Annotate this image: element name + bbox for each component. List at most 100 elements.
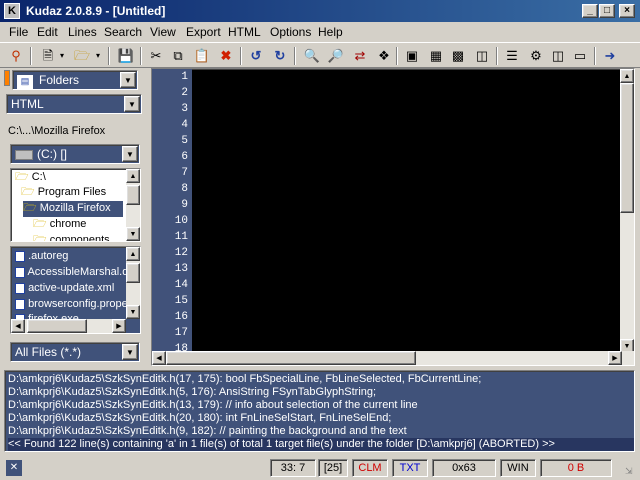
line-number-gutter: 1 2 3 4 5 6 7 8 9 10 11 12 13 14 15 16 1… [152, 69, 192, 355]
menu-help[interactable]: Help [318, 25, 343, 39]
result-line[interactable]: D:\amkprj6\Kudaz5\SzkSynEditk.h(9, 182):… [8, 425, 407, 438]
file-item[interactable]: browserconfig.properties [15, 297, 140, 313]
folder-item[interactable]: 🗁 Program Files [21, 185, 106, 201]
scroll-down-icon[interactable]: ▼ [126, 305, 140, 319]
status-icon[interactable]: ✕ [6, 460, 22, 476]
folder-item[interactable]: 🗁 components [33, 233, 110, 242]
scroll-up-icon[interactable]: ▲ [126, 169, 140, 183]
line-number: 11 [174, 231, 188, 243]
result-line[interactable]: D:\amkprj6\Kudaz5\SzkSynEditk.h(20, 180)… [8, 412, 391, 425]
chevron-down-icon[interactable]: ▼ [124, 96, 140, 112]
scroll-thumb[interactable] [620, 83, 634, 213]
scroll-thumb[interactable] [126, 185, 140, 205]
line-number: 16 [174, 311, 188, 323]
line-number: 9 [181, 199, 188, 211]
eol-indicator[interactable]: WIN [500, 459, 536, 477]
code-area[interactable] [196, 69, 621, 353]
file-size: 0 B [540, 459, 612, 477]
folder-scrollbar[interactable]: ▲ ▼ [126, 169, 140, 241]
replace-icon[interactable]: ⇄ [350, 46, 370, 66]
chevron-down-icon[interactable]: ▼ [122, 146, 138, 162]
search-icon[interactable]: ⚲ [6, 46, 26, 66]
settings-icon[interactable]: ⚙ [526, 46, 546, 66]
chevron-down-icon[interactable]: ▼ [122, 344, 138, 360]
file-item[interactable]: .autoreg [15, 249, 68, 265]
resize-grip[interactable]: ⇲ [625, 465, 637, 477]
file-hscrollbar[interactable]: ◀ ▶ [11, 319, 126, 333]
find-icon[interactable]: 🔍 [302, 46, 322, 66]
folder-icon: 🗁 [21, 186, 35, 198]
result-line[interactable]: D:\amkprj6\Kudaz5\SzkSynEditk.h(13, 179)… [8, 399, 418, 412]
window-title: Kudaz 2.0.8.9 - [Untitled] [26, 4, 166, 18]
file-scrollbar[interactable]: ▲ ▼ [126, 247, 140, 319]
app-icon[interactable]: K [4, 3, 20, 19]
line-number: 2 [181, 87, 188, 99]
view-combo[interactable]: ▤ Folders ▼ [12, 70, 138, 90]
menu-export[interactable]: Export [186, 25, 221, 39]
browser-icon[interactable]: ▣ [402, 46, 422, 66]
menu-lines[interactable]: Lines [68, 25, 97, 39]
file-item[interactable]: active-update.xml [15, 281, 114, 297]
folder-item-selected[interactable]: 🗁 Mozilla Firefox [23, 201, 123, 217]
layout-icon[interactable]: ◫ [548, 46, 568, 66]
editor-vscrollbar[interactable]: ▲ ▼ [620, 69, 634, 353]
txt-indicator[interactable]: TXT [392, 459, 428, 477]
scroll-left-icon[interactable]: ◀ [152, 351, 166, 365]
drive-combo[interactable]: (C:) [] ▼ [10, 144, 140, 164]
result-line[interactable]: D:\amkprj6\Kudaz5\SzkSynEditk.h(5, 176):… [8, 386, 376, 399]
scroll-thumb[interactable] [27, 319, 87, 333]
folder-item[interactable]: 🗁 chrome [33, 217, 86, 233]
paste-icon[interactable]: 📋 [192, 46, 212, 66]
bookmark-icon[interactable]: ❖ [374, 46, 394, 66]
menu-file[interactable]: File [9, 25, 28, 39]
open-dropdown-icon[interactable]: ▾ [88, 46, 108, 66]
folder-icon: 🗁 [23, 202, 37, 214]
scroll-thumb[interactable] [166, 351, 416, 365]
panel-grip[interactable] [4, 70, 10, 86]
page-icon[interactable]: ▦ [426, 46, 446, 66]
chevron-down-icon[interactable]: ▼ [120, 72, 136, 88]
menu-html[interactable]: HTML [228, 25, 261, 39]
panel-icon[interactable]: ▭ [570, 46, 590, 66]
menu-options[interactable]: Options [270, 25, 311, 39]
delete-icon[interactable]: ✖ [216, 46, 236, 66]
new-dropdown-icon[interactable]: ▾ [52, 46, 72, 66]
save-icon[interactable]: 💾 [116, 46, 136, 66]
scroll-left-icon[interactable]: ◀ [11, 319, 25, 333]
exit-icon[interactable]: ➜ [600, 46, 620, 66]
table-icon[interactable]: ▩ [448, 46, 468, 66]
path-label: C:\...\Mozilla Firefox [8, 125, 106, 137]
line-number: 12 [174, 247, 188, 259]
folder-icon: 🗁 [33, 218, 47, 230]
menu-edit[interactable]: Edit [37, 25, 58, 39]
properties-icon[interactable]: ☰ [502, 46, 522, 66]
line-number: 17 [174, 327, 188, 339]
cut-icon[interactable]: ✂ [146, 46, 166, 66]
result-line[interactable]: D:\amkprj6\Kudaz5\SzkSynEditk.h(17, 175)… [8, 373, 481, 386]
find-next-icon[interactable]: 🔎 [326, 46, 346, 66]
redo-icon[interactable]: ↻ [270, 46, 290, 66]
close-button[interactable]: × [619, 4, 635, 18]
copy-icon[interactable]: ⧉ [168, 46, 188, 66]
scroll-right-icon[interactable]: ▶ [608, 351, 622, 365]
scroll-up-icon[interactable]: ▲ [620, 69, 634, 83]
minimize-button[interactable]: _ [582, 4, 598, 18]
scroll-down-icon[interactable]: ▼ [126, 227, 140, 241]
file-item[interactable]: AccessibleMarshal.dll [15, 265, 133, 281]
scroll-up-icon[interactable]: ▲ [126, 247, 140, 261]
result-summary: << Found 122 line(s) containing 'a' in 1… [8, 438, 634, 451]
code-editor[interactable]: 1 2 3 4 5 6 7 8 9 10 11 12 13 14 15 16 1… [151, 68, 635, 366]
type-combo[interactable]: HTML ▼ [6, 94, 142, 114]
folder-item[interactable]: 🗁 C:\ [15, 170, 46, 186]
scroll-thumb[interactable] [126, 263, 140, 283]
window-icon[interactable]: ◫ [472, 46, 492, 66]
scroll-right-icon[interactable]: ▶ [112, 319, 126, 333]
editor-hscrollbar[interactable]: ◀ ▶ [152, 351, 634, 365]
menu-search[interactable]: Search [104, 25, 142, 39]
maximize-button[interactable]: □ [599, 4, 615, 18]
filter-combo[interactable]: All Files (*.*) ▼ [10, 342, 140, 362]
undo-icon[interactable]: ↺ [246, 46, 266, 66]
clm-indicator[interactable]: CLM [352, 459, 388, 477]
folder-icon: 🗁 [33, 234, 47, 242]
menu-view[interactable]: View [150, 25, 176, 39]
